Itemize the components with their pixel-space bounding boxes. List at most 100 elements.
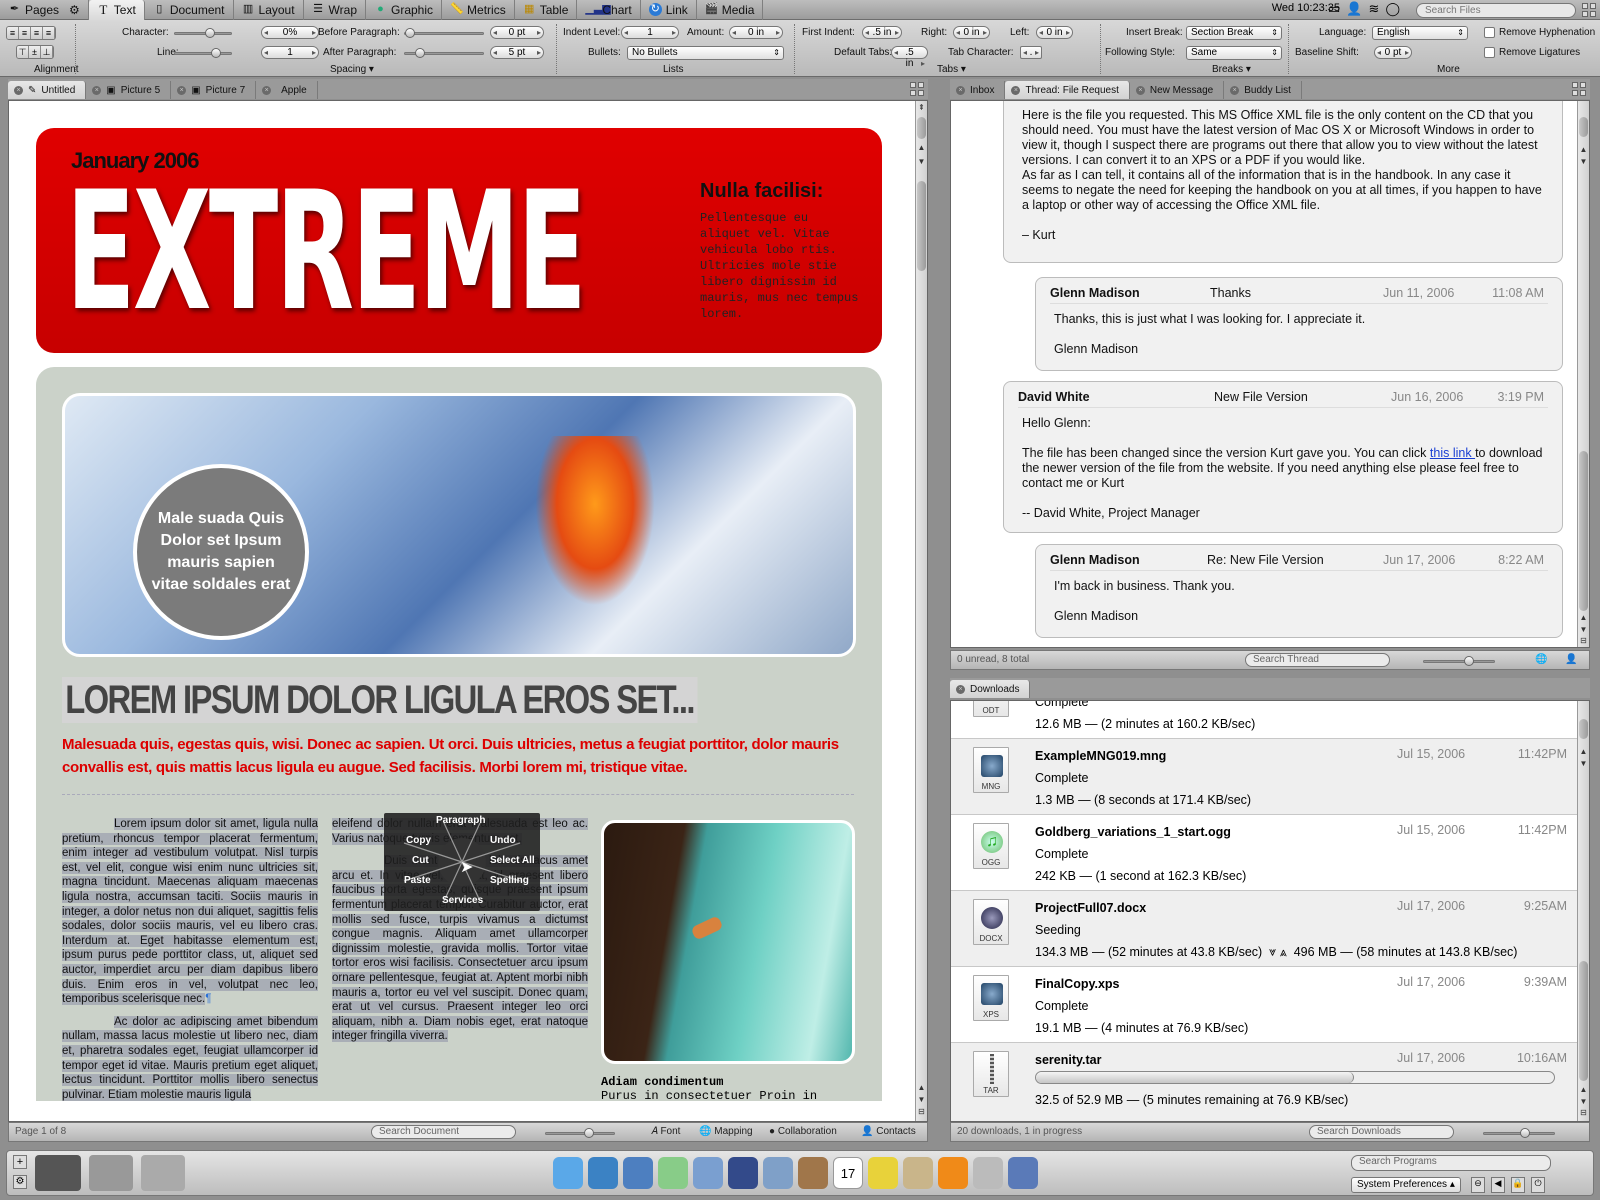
- wifi-icon[interactable]: ≋: [1369, 1, 1380, 17]
- utilities-icon[interactable]: [973, 1157, 1003, 1189]
- after-paragraph-slider[interactable]: [404, 48, 484, 58]
- tab-media[interactable]: 🎬 Media: [697, 0, 764, 20]
- breaks-group-label[interactable]: Breaks ▾: [1212, 64, 1251, 75]
- tab-link[interactable]: ↻ Link: [641, 0, 697, 20]
- pie-item-select-all[interactable]: Select All: [490, 855, 535, 866]
- message-kurt[interactable]: Here is the file you requested. This MS …: [1003, 101, 1563, 263]
- pie-item-paragraph[interactable]: Paragraph: [436, 815, 485, 826]
- download-item[interactable]: DOCX ProjectFull07.docx Seeding 134.3 MB…: [951, 891, 1577, 967]
- scroll-page-up-icon[interactable]: ▲: [1578, 747, 1589, 757]
- download-item-in-progress[interactable]: TAR serenity.tar 32.5 of 52.9 MB — (5 mi…: [951, 1043, 1577, 1121]
- pie-item-undo[interactable]: Undo: [490, 835, 516, 846]
- tab-wrap[interactable]: ☰ Wrap: [304, 0, 366, 20]
- space-thumbnail-active[interactable]: [35, 1155, 81, 1191]
- character-stepper[interactable]: 0%: [261, 26, 319, 39]
- contacts-icon[interactable]: 👤: [1565, 654, 1577, 665]
- left-indent-stepper[interactable]: 0 in: [1036, 26, 1073, 39]
- chat-bubble-icon[interactable]: ◯: [1385, 1, 1400, 17]
- collaboration-button[interactable]: ● Collaboration: [769, 1126, 837, 1137]
- spotlight-icon[interactable]: [553, 1157, 583, 1189]
- tab-buddy-list[interactable]: × Buddy List: [1224, 81, 1302, 99]
- gear-icon[interactable]: ⚙: [69, 3, 80, 17]
- space-thumbnail[interactable]: [89, 1155, 133, 1191]
- power-icon[interactable]: ⏻: [1531, 1177, 1545, 1193]
- mapping-button[interactable]: 🌐 Mapping: [699, 1126, 753, 1137]
- close-icon[interactable]: ×: [262, 85, 272, 95]
- tab-apple[interactable]: × Apple: [256, 81, 318, 99]
- split-icon[interactable]: ⊟: [1578, 1108, 1589, 1118]
- indent-level-stepper[interactable]: 1: [621, 26, 679, 39]
- message-re-new-file-version[interactable]: Glenn Madison Re: New File Version Jun 1…: [1035, 544, 1563, 638]
- pane-grid-icon[interactable]: [910, 82, 924, 96]
- masthead-title[interactable]: EXTREME: [66, 170, 587, 334]
- keynote-icon[interactable]: [763, 1157, 793, 1189]
- zoom-thumb[interactable]: [917, 117, 926, 139]
- pie-item-services[interactable]: Services: [442, 895, 483, 906]
- tab-character-field[interactable]: .: [1020, 46, 1042, 59]
- tab-graphic[interactable]: ● Graphic: [366, 0, 443, 20]
- download-item[interactable]: MNG ExampleMNG019.mng Complete 1.3 MB — …: [951, 739, 1577, 815]
- following-style-dropdown[interactable]: Same: [1186, 46, 1282, 60]
- spacing-group-label[interactable]: Spacing ▾: [330, 64, 374, 75]
- download-item[interactable]: XPS FinalCopy.xps Complete 19.1 MB — (4 …: [951, 967, 1577, 1043]
- align-middle-icon[interactable]: ±: [29, 46, 41, 58]
- cliff-diver-photo[interactable]: [601, 820, 855, 1064]
- first-indent-stepper[interactable]: .5 in: [862, 26, 902, 39]
- scroll-page-up-icon[interactable]: ▲: [916, 143, 927, 153]
- close-icon[interactable]: ×: [92, 85, 102, 95]
- tab-chart[interactable]: ▁▃▆ Chart: [577, 0, 641, 20]
- window-grid-icon[interactable]: [1582, 3, 1596, 17]
- contacts-button[interactable]: 👤 Contacts: [861, 1126, 916, 1137]
- ical-icon[interactable]: 17: [833, 1157, 863, 1189]
- tab-metrics[interactable]: 📏 Metrics: [442, 0, 515, 20]
- more-group-label[interactable]: More: [1437, 64, 1460, 75]
- after-paragraph-stepper[interactable]: 5 pt: [490, 46, 544, 59]
- ichat-icon[interactable]: [868, 1157, 898, 1189]
- caption-title[interactable]: Adiam condimentum: [601, 1075, 723, 1089]
- download-item[interactable]: ODT Complete 12.6 MB — (2 minutes at 160…: [951, 701, 1577, 739]
- close-icon[interactable]: ×: [1135, 85, 1145, 95]
- align-right-icon[interactable]: ≡: [31, 27, 43, 39]
- message-thanks[interactable]: Glenn Madison Thanks Jun 11, 2006 11:08 …: [1035, 277, 1563, 371]
- language-dropdown[interactable]: English: [1372, 26, 1468, 40]
- ice-climber-photo[interactable]: Male suada Quis Dolor set Ipsum mauris s…: [62, 393, 856, 657]
- iphoto-icon[interactable]: [798, 1157, 828, 1189]
- horizontal-align-buttons[interactable]: ≡ ≡ ≡ ≡: [6, 26, 56, 40]
- scroll-up-icon[interactable]: ▲: [916, 1083, 927, 1093]
- preview-icon[interactable]: [623, 1157, 653, 1189]
- imovie-icon[interactable]: [693, 1157, 723, 1189]
- scroll-page-up-icon[interactable]: ▲: [1578, 145, 1589, 155]
- amount-stepper[interactable]: 0 in: [729, 26, 783, 39]
- user-icon[interactable]: 👤: [1346, 1, 1362, 17]
- gear-icon[interactable]: ⚙: [13, 1175, 27, 1189]
- download-item[interactable]: ♫ OGG Goldberg_variations_1_start.ogg Com…: [951, 815, 1577, 891]
- search-files-input[interactable]: Search Files: [1416, 3, 1576, 18]
- vertical-align-buttons[interactable]: ⊤ ± ⊥: [16, 45, 54, 59]
- scroll-thumb[interactable]: [1579, 961, 1588, 1081]
- pie-item-copy[interactable]: Copy: [406, 835, 431, 846]
- pie-item-paste[interactable]: Paste: [404, 875, 431, 886]
- pane-grid-icon[interactable]: [1572, 82, 1586, 96]
- mail-zoom-slider[interactable]: [1423, 656, 1495, 666]
- callout-circle[interactable]: Male suada Quis Dolor set Ipsum mauris s…: [133, 464, 309, 640]
- before-paragraph-stepper[interactable]: 0 pt: [490, 26, 544, 39]
- right-indent-stepper[interactable]: 0 in: [953, 26, 990, 39]
- battery-icon[interactable]: ▭: [1328, 1, 1340, 17]
- system-preferences-dropdown[interactable]: System Preferences ▴: [1351, 1177, 1461, 1193]
- search-document-input[interactable]: Search Document: [371, 1125, 516, 1139]
- close-icon[interactable]: ×: [1011, 85, 1021, 95]
- article-headline[interactable]: LOREM IPSUM DOLOR LIGULA EROS SET...: [62, 677, 698, 723]
- iphoto-library-icon[interactable]: [1008, 1157, 1038, 1189]
- close-icon[interactable]: ×: [14, 85, 23, 95]
- tab-new-message[interactable]: × New Message: [1130, 81, 1225, 99]
- message-new-file-version[interactable]: David White New File Version Jun 16, 200…: [1003, 381, 1563, 533]
- tab-text[interactable]: T Text: [88, 0, 145, 20]
- align-left-icon[interactable]: ≡: [7, 27, 19, 39]
- insert-break-dropdown[interactable]: Section Break: [1186, 26, 1282, 40]
- font-button[interactable]: 𝐴 Font: [651, 1126, 680, 1137]
- tab-inbox[interactable]: × Inbox: [950, 81, 1006, 99]
- scroll-down-icon[interactable]: ▼: [1578, 625, 1589, 635]
- search-downloads-input[interactable]: Search Downloads: [1309, 1125, 1454, 1139]
- search-thread-input[interactable]: Search Thread: [1245, 653, 1390, 667]
- tab-picture-7[interactable]: × ▣ Picture 7: [171, 81, 257, 99]
